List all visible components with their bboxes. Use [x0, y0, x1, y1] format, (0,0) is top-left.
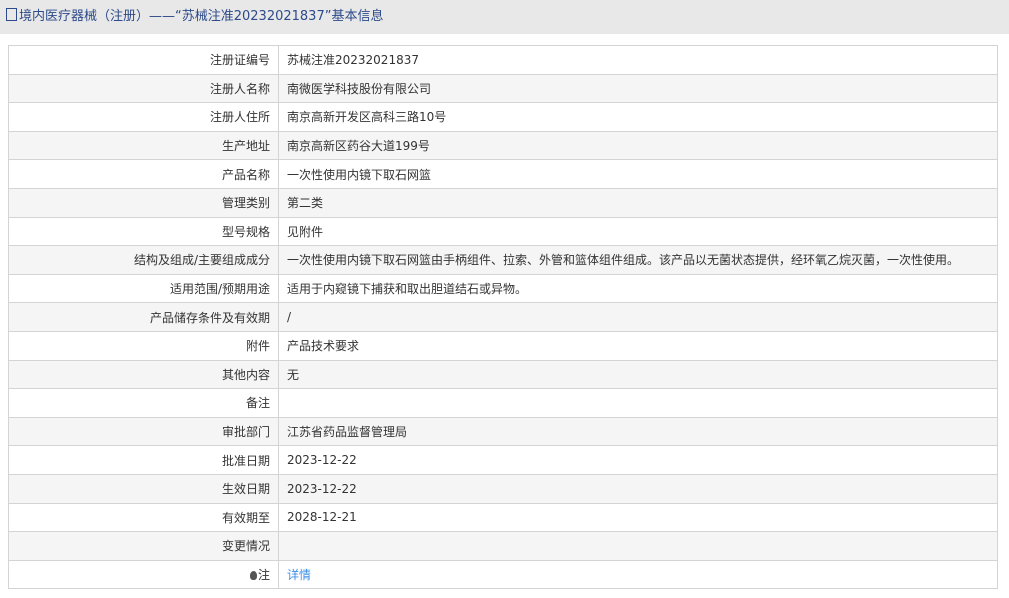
field-label: 型号规格 — [8, 216, 279, 247]
field-value: 江苏省药品监督管理局 — [278, 416, 998, 447]
document-icon — [6, 8, 17, 21]
field-label: 产品储存条件及有效期 — [8, 302, 279, 332]
note-value: 详情 — [278, 559, 998, 590]
field-label: 注册人住所 — [8, 102, 279, 132]
table-row: 管理类别 第二类 — [8, 187, 998, 218]
field-label: 结构及组成/主要组成成分 — [8, 245, 279, 275]
table-row: 其他内容无 — [8, 359, 998, 390]
note-row: 注详情 — [8, 559, 998, 590]
table-row: 生效日期 2023-12-22 — [8, 473, 998, 504]
table-row: 审批部门 江苏省药品监督管理局 — [8, 416, 998, 447]
lightbulb-icon — [249, 570, 257, 580]
field-label: 生产地址 — [8, 130, 279, 161]
field-label: 审批部门 — [8, 416, 279, 447]
table-row: 注册人名称 南微医学科技股份有限公司 — [8, 73, 998, 104]
table-row: 有效期至 2028-12-21 — [8, 502, 998, 533]
table-row: 产品名称 一次性使用内镜下取石网篮 — [8, 159, 998, 189]
field-value: 见附件 — [278, 216, 998, 247]
field-label: 其他内容 — [8, 359, 279, 390]
field-value: 南微医学科技股份有限公司 — [278, 73, 998, 104]
field-label: 适用范围/预期用途 — [8, 273, 279, 304]
table-row: 结构及组成/主要组成成分 一次性使用内镜下取石网篮由手柄组件、拉索、外管和篮体组件… — [8, 245, 998, 275]
field-label: 有效期至 — [8, 502, 279, 533]
details-link[interactable]: 详情 — [287, 568, 311, 582]
field-label: 批准日期 — [8, 445, 279, 475]
field-value: 第二类 — [278, 187, 998, 218]
table-row: 批准日期 2023-12-22 — [8, 445, 998, 475]
field-label: 变更情况 — [8, 531, 279, 561]
field-label: 附件 — [8, 330, 279, 361]
note-label: 注 — [8, 559, 279, 590]
field-value: 2023-12-22 — [278, 473, 998, 504]
field-value: 一次性使用内镜下取石网篮由手柄组件、拉索、外管和篮体组件组成。该产品以无菌状态提… — [278, 245, 998, 275]
table-row: 产品储存条件及有效期 / — [8, 302, 998, 332]
field-label: 备注 — [8, 388, 279, 418]
field-label: 注册人名称 — [8, 73, 279, 104]
field-label: 生效日期 — [8, 473, 279, 504]
field-value: 一次性使用内镜下取石网篮 — [278, 159, 998, 189]
table-row: 注册证编号 苏械注准20232021837 — [8, 45, 998, 75]
table-row: 备注 — [8, 388, 998, 418]
field-value: 2028-12-21 — [278, 502, 998, 533]
field-value: 2023-12-22 — [278, 445, 998, 475]
field-value: 产品技术要求 — [278, 330, 998, 361]
info-table: 注册证编号 苏械注准20232021837 注册人名称 南微医学科技股份有限公司 注册人… — [8, 45, 998, 590]
field-value: 苏械注准20232021837 — [278, 45, 998, 75]
field-value: / — [278, 302, 998, 332]
field-value: 南京高新开发区高科三路10号 — [278, 102, 998, 132]
table-row: 生产地址 南京高新区药谷大道199号 — [8, 130, 998, 161]
field-value — [278, 388, 998, 418]
table-row: 变更情况 — [8, 531, 998, 561]
field-value — [278, 531, 998, 561]
field-value: 无 — [278, 359, 998, 390]
field-value: 适用于内窥镜下捕获和取出胆道结石或异物。 — [278, 273, 998, 304]
page-title: 境内医疗器械（注册）——“苏械注准20232021837”基本信息 — [0, 0, 1009, 34]
field-label: 管理类别 — [8, 187, 279, 218]
table-row: 型号规格 见附件 — [8, 216, 998, 247]
field-label: 注册证编号 — [8, 45, 279, 75]
table-row: 适用范围/预期用途 适用于内窥镜下捕获和取出胆道结石或异物。 — [8, 273, 998, 304]
table-row: 附件 产品技术要求 — [8, 330, 998, 361]
table-row: 注册人住所 南京高新开发区高科三路10号 — [8, 102, 998, 132]
field-value: 南京高新区药谷大道199号 — [278, 130, 998, 161]
field-label: 产品名称 — [8, 159, 279, 189]
